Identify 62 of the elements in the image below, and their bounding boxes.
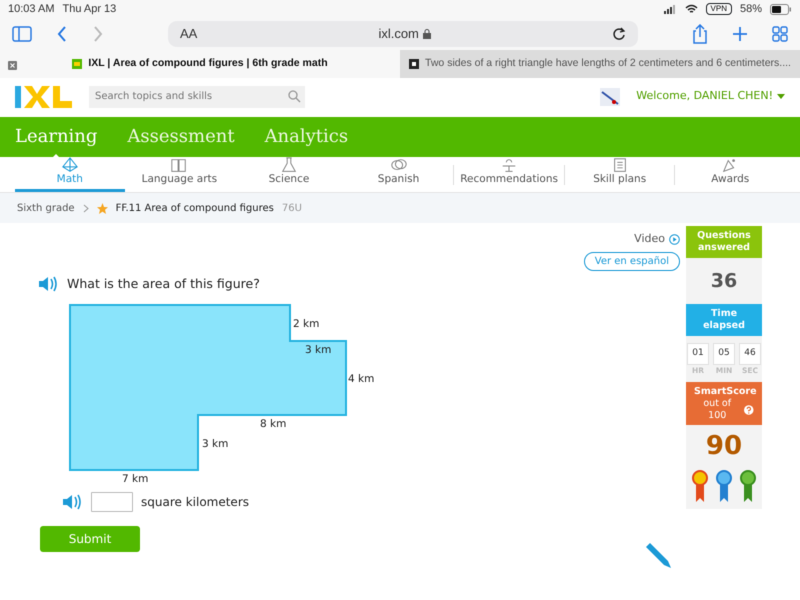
subject-tab[interactable]: Recommendations — [454, 157, 564, 192]
award-ribbons-drawing — [692, 470, 756, 504]
status-time: 10:03 AM — [8, 2, 54, 17]
skill-code: 76U — [282, 202, 302, 216]
tab-close-icon[interactable] — [8, 61, 17, 70]
page-favicon — [409, 59, 420, 69]
dimension-label: 7 km — [122, 473, 148, 486]
pyramid-icon — [60, 157, 80, 172]
smartscore-value: 90 — [704, 430, 744, 464]
reload-icon[interactable] — [612, 27, 626, 41]
question-text: What is the area of this figure? — [67, 274, 260, 293]
browser-tab[interactable]: Two sides of a right triangle have lengths of 2 centimeters and 6 centimeters.... — [400, 50, 800, 78]
status-date: Thu Apr 13 — [62, 2, 116, 17]
subject-tab[interactable]: Skill plans — [564, 157, 674, 192]
vpn-badge: VPN — [706, 3, 732, 15]
text-size-button[interactable]: AA — [180, 24, 198, 44]
subject-tab[interactable]: Science — [234, 157, 344, 192]
plus-icon[interactable] — [732, 26, 748, 42]
skill-name: FF.11 Area of compound figures — [116, 202, 274, 216]
address-field[interactable]: ixl.com — [378, 24, 419, 44]
time-elapsed-header: Time elapsed — [686, 304, 762, 336]
help-icon — [744, 404, 754, 414]
lock-icon — [422, 29, 431, 39]
ixl-logo — [15, 86, 73, 108]
dimension-label: 3 km — [305, 344, 332, 356]
chevron-icon — [82, 204, 89, 212]
time-value: 01 — [687, 343, 709, 364]
speaker-icon[interactable] — [38, 274, 59, 293]
subject-tab[interactable]: Spanish — [344, 157, 454, 192]
search-icon — [288, 90, 301, 103]
subject-tab[interactable]: Awards — [675, 157, 786, 192]
wifi-icon — [684, 4, 698, 14]
pencil-icon[interactable] — [644, 541, 672, 569]
questions-count: 36 — [710, 268, 738, 294]
unit-label: square kilometers — [141, 494, 249, 512]
signal-icon — [662, 4, 677, 14]
battery-icon — [770, 4, 792, 14]
dimension-label: 2 km — [293, 318, 320, 330]
site-favicon — [72, 59, 82, 69]
caret-icon — [777, 94, 785, 99]
breadcrumb-link[interactable]: Sixth grade — [17, 200, 75, 216]
answer-field[interactable] — [91, 492, 133, 512]
speaker-icon[interactable] — [62, 493, 83, 512]
search-field[interactable]: Search topics and skills — [89, 86, 305, 108]
share-icon[interactable] — [692, 24, 708, 44]
subject-tab[interactable]: Language arts — [124, 157, 234, 192]
time-value: 46 — [739, 343, 761, 364]
play-icon — [669, 234, 680, 245]
smartscore-subtitle: out of 100 — [702, 398, 732, 422]
video-link[interactable]: Video — [634, 231, 680, 248]
star-icon — [96, 202, 108, 214]
tabs-grid-icon[interactable] — [772, 26, 788, 42]
questions-answered-header: Questions answered — [686, 226, 762, 258]
back-icon[interactable] — [56, 25, 68, 43]
speech-bubbles-icon — [388, 157, 409, 172]
smartscore-title: SmartScore — [694, 386, 754, 398]
dimension-label: 8 km — [260, 418, 286, 430]
dimension-label: 3 km — [202, 438, 228, 450]
sidebar-toggle-icon[interactable] — [12, 26, 32, 42]
time-value: 05 — [713, 343, 735, 364]
battery-percent: 58% — [740, 2, 762, 17]
dimension-label: 4 km — [348, 373, 374, 386]
